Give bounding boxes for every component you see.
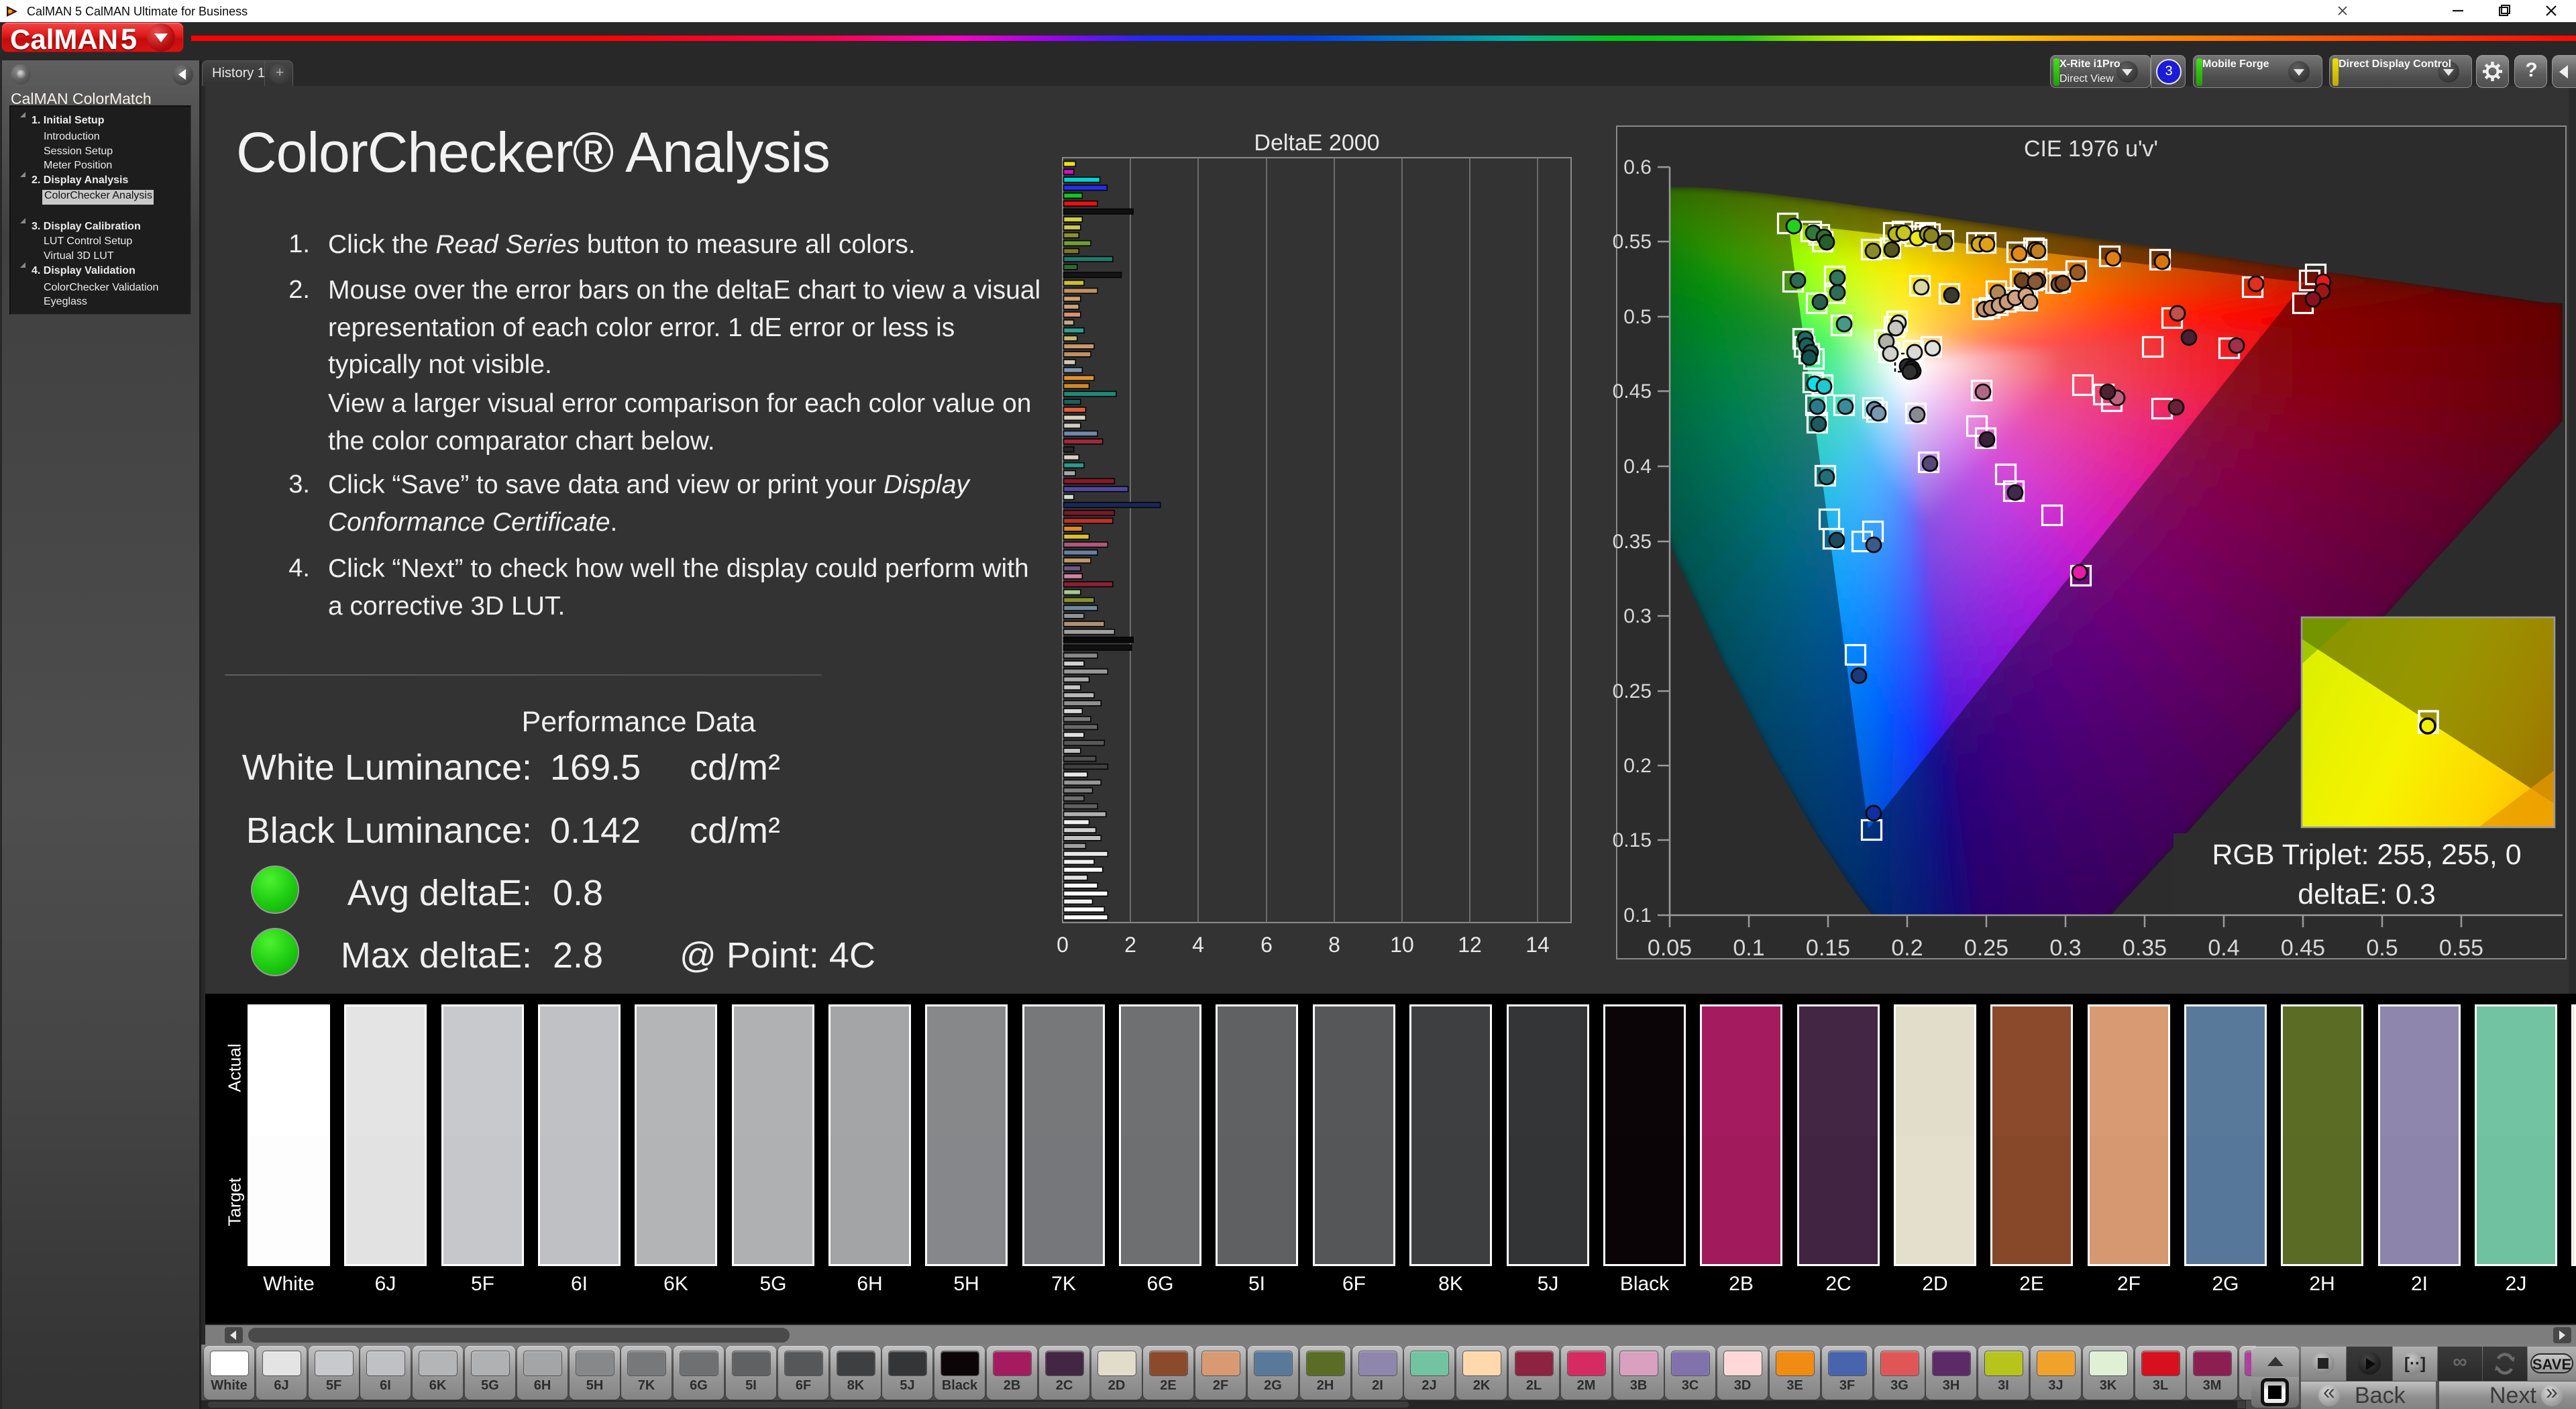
svg-text:0.3: 0.3 <box>2049 935 2081 959</box>
svg-text:DeltaE 2000: DeltaE 2000 <box>1254 130 1379 156</box>
svg-text:0.55: 0.55 <box>1613 231 1652 253</box>
svg-text:4: 4 <box>1192 933 1204 957</box>
svg-text:0.1: 0.1 <box>1623 904 1652 927</box>
svg-text:0.5: 0.5 <box>2366 935 2398 959</box>
svg-text:2: 2 <box>1124 933 1136 957</box>
svg-text:12: 12 <box>1458 933 1482 957</box>
svg-text:0.1: 0.1 <box>1733 935 1764 959</box>
svg-text:8: 8 <box>1328 933 1340 957</box>
svg-text:0.25: 0.25 <box>1613 680 1652 702</box>
svg-text:0.45: 0.45 <box>2281 935 2325 959</box>
svg-text:0: 0 <box>1057 933 1069 957</box>
svg-text:0.05: 0.05 <box>1648 935 1692 959</box>
svg-text:0.2: 0.2 <box>1891 935 1923 959</box>
svg-text:RGB Triplet: 255, 255, 0: RGB Triplet: 255, 255, 0 <box>2212 839 2521 871</box>
svg-text:0.25: 0.25 <box>1964 935 2008 959</box>
svg-text:0.35: 0.35 <box>1613 531 1652 553</box>
svg-text:0.4: 0.4 <box>2208 935 2239 959</box>
svg-text:14: 14 <box>1525 933 1550 957</box>
svg-text:6: 6 <box>1260 933 1273 957</box>
svg-text:CIE 1976 u'v': CIE 1976 u'v' <box>2024 136 2158 162</box>
svg-text:0.2: 0.2 <box>1623 755 1652 777</box>
svg-text:0.15: 0.15 <box>1806 935 1850 959</box>
svg-text:0.3: 0.3 <box>1623 605 1652 627</box>
svg-text:0.15: 0.15 <box>1613 829 1652 851</box>
svg-text:0.55: 0.55 <box>2439 935 2483 959</box>
svg-text:0.6: 0.6 <box>1623 156 1652 178</box>
svg-text:10: 10 <box>1390 933 1414 957</box>
svg-text:0.5: 0.5 <box>1623 306 1652 328</box>
svg-text:0.4: 0.4 <box>1623 456 1652 478</box>
svg-text:0.35: 0.35 <box>2123 935 2167 959</box>
svg-text:0.45: 0.45 <box>1613 380 1652 403</box>
svg-text:deltaE: 0.3: deltaE: 0.3 <box>2298 878 2436 910</box>
